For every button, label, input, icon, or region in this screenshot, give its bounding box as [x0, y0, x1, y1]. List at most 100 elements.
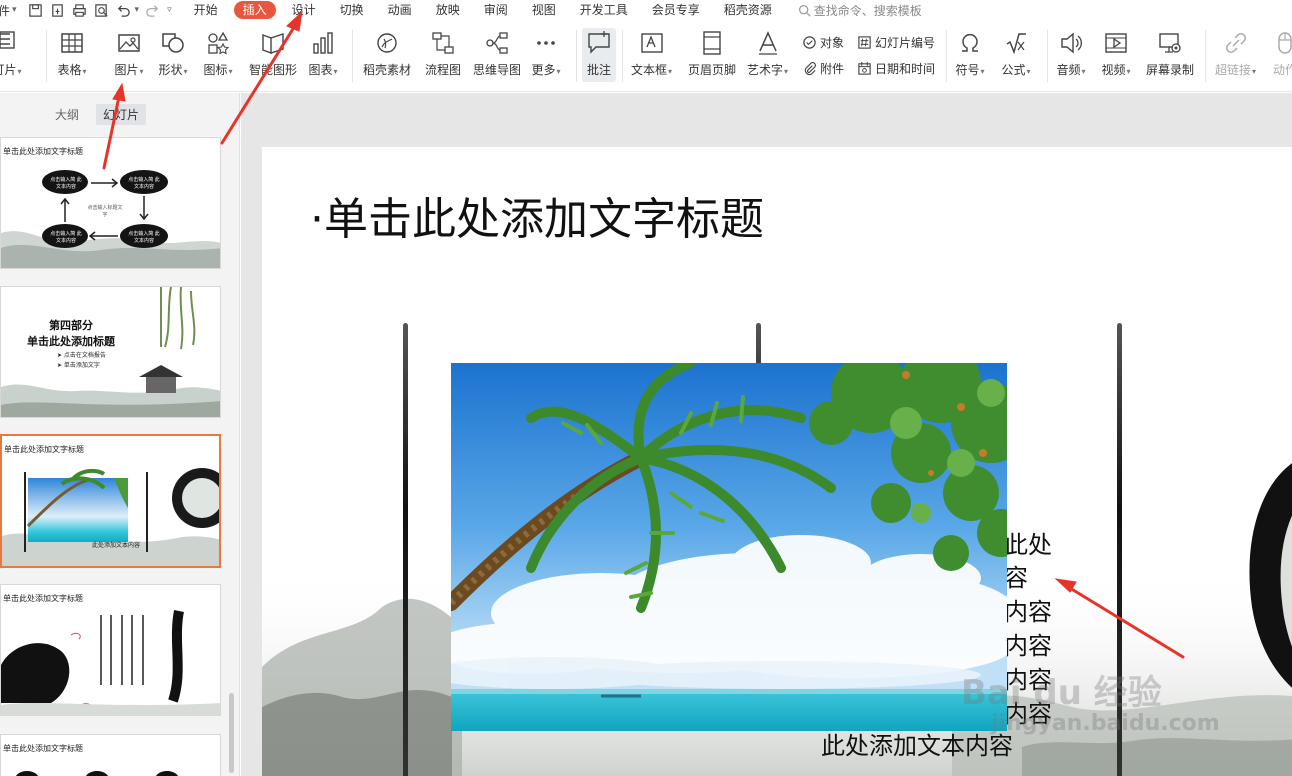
thumbnail-graphic — [1, 287, 220, 417]
hyperlink-button[interactable]: 超链接▾ — [1215, 28, 1256, 78]
chevron-down-icon[interactable]: ▾ — [12, 5, 17, 15]
audio-button[interactable]: 音频▾ — [1056, 28, 1086, 78]
more-dots-icon — [531, 28, 561, 58]
tab-insert[interactable]: 插入 — [233, 1, 276, 19]
side-text-line-3[interactable]: 内容 — [1004, 595, 1052, 629]
table-label: 表格 — [57, 63, 82, 77]
icon-label: 图标 — [203, 63, 228, 77]
docer-material-button[interactable]: 稻壳素材 — [363, 28, 411, 78]
slide-thumbnail-4[interactable]: 单击此处添加文字标题 — [0, 584, 221, 716]
screen-record-button[interactable]: 屏幕录制 — [1146, 28, 1194, 78]
slide-canvas[interactable]: ·单击此处添加文字标题 此处 容 内容 内容 内容 内容 此处添加文本内容 Ba… — [241, 93, 1292, 776]
tab-slides[interactable]: 幻灯片 — [96, 104, 147, 125]
thumbnail-bottom-text: 此处添加文本内容 — [92, 542, 141, 549]
quick-access-toolbar: 件 ▾ ▾ ▿ — [0, 0, 182, 20]
redo-icon[interactable] — [141, 0, 163, 20]
print-preview-icon[interactable] — [91, 0, 113, 20]
undo-dropdown-icon[interactable]: ▾ — [135, 5, 140, 15]
slide-thumbnail-2[interactable]: 第四部分 单击此处添加标题 ➤ 点击在文档报告 ➤ 单击添加文字 — [0, 286, 221, 418]
action-label: 动作 — [1272, 63, 1292, 77]
search-placeholder: 查找命令、搜索模板 — [813, 3, 922, 18]
undo-icon[interactable] — [113, 0, 135, 20]
slide-thumbnail-5[interactable]: 单击此处添加文字标题 — [0, 734, 221, 776]
flowchart-button[interactable]: 流程图 — [425, 28, 461, 78]
side-text-line-2[interactable]: 容 — [1004, 561, 1028, 595]
slide-thumbnail-1[interactable]: 单击此处添加文字标题 点击输入简 此文本内容 点击输入简 此文本内容 点击输入简… — [0, 137, 221, 269]
hyperlink-label: 超链接 — [1215, 63, 1252, 77]
tab-review[interactable]: 审阅 — [472, 0, 520, 20]
side-text-line-4[interactable]: 内容 — [1004, 629, 1052, 663]
search-icon — [798, 4, 811, 17]
tab-design[interactable]: 设计 — [280, 0, 328, 20]
chart-button[interactable]: 图表▾ — [308, 28, 338, 78]
datetime-button[interactable]: 日期和时间 — [857, 60, 935, 77]
print-icon[interactable] — [69, 0, 91, 20]
textbox-icon — [637, 28, 667, 58]
slide-title[interactable]: ·单击此处添加文字标题 — [310, 183, 764, 247]
art-text-label: 艺术字 — [747, 63, 784, 77]
slide-thumbnail-3[interactable]: 单击此处添加文字标题 此处添加文本内容 — [0, 434, 221, 568]
symbol-label: 符号 — [955, 63, 980, 77]
tab-home[interactable]: 开始 — [182, 0, 230, 20]
picture-label: 图片 — [114, 63, 139, 77]
mindmap-button[interactable]: 思维导图 — [473, 28, 521, 78]
action-button[interactable]: 动作 — [1270, 28, 1292, 78]
formula-button[interactable]: 公式▾ — [1001, 28, 1031, 78]
symbol-button[interactable]: 符号▾ — [955, 28, 985, 78]
icon-button[interactable]: 图标▾ — [203, 28, 233, 78]
tab-view[interactable]: 视图 — [520, 0, 568, 20]
save-icon[interactable] — [25, 0, 47, 20]
tab-member[interactable]: 会员专享 — [640, 0, 712, 20]
new-slide-icon — [0, 28, 22, 58]
new-slide-label: 灯片 — [0, 63, 17, 77]
audio-label: 音频 — [1056, 63, 1081, 77]
header-footer-label: 页眉页脚 — [688, 63, 737, 77]
customize-dropdown-icon[interactable]: ▿ — [167, 5, 172, 15]
calendar-icon — [858, 61, 871, 75]
comment-button[interactable]: 批注 — [582, 28, 616, 82]
tab-slideshow[interactable]: 放映 — [424, 0, 472, 20]
thumbnail-graphic — [15, 771, 179, 776]
video-label: 视频 — [1101, 63, 1126, 77]
header-footer-button[interactable]: 页眉页脚 — [688, 28, 736, 78]
shape-button[interactable]: 形状▾ — [158, 28, 188, 78]
art-text-icon — [753, 28, 783, 58]
video-button[interactable]: 视频▾ — [1101, 28, 1131, 78]
table-button[interactable]: 表格▾ — [57, 28, 87, 78]
tab-transition[interactable]: 切换 — [328, 0, 376, 20]
object-icon — [803, 36, 816, 49]
export-icon[interactable] — [47, 0, 69, 20]
chart-label: 图表 — [308, 63, 333, 77]
textbox-button[interactable]: 文本框▾ — [631, 28, 672, 78]
paperclip-icon — [804, 62, 816, 76]
slide-number-button[interactable]: 幻灯片编号 — [857, 34, 935, 51]
art-text-button[interactable]: 艺术字▾ — [747, 28, 788, 78]
object-button[interactable]: 对象 — [802, 34, 844, 51]
more-button[interactable]: 更多▾ — [531, 28, 561, 78]
tab-developer[interactable]: 开发工具 — [568, 0, 640, 20]
tab-outline[interactable]: 大纲 — [48, 104, 86, 125]
omega-icon — [955, 28, 985, 58]
shape-icon — [158, 28, 188, 58]
slides-panel: 大纲 幻灯片 单击此处添加文字标题 点击输入简 此文本内容 点击输入简 此文本内… — [0, 93, 240, 776]
picture-button[interactable]: 图片▾ — [114, 28, 144, 78]
new-slide-button[interactable]: 灯片▾ — [0, 28, 22, 78]
tab-animation[interactable]: 动画 — [376, 0, 424, 20]
smart-graphic-button[interactable]: 智能图形 — [249, 28, 297, 78]
tab-docer[interactable]: 稻壳资源 — [712, 0, 784, 20]
mouse-icon — [1270, 28, 1292, 58]
file-menu-label[interactable]: 件 — [0, 2, 12, 19]
video-icon — [1101, 28, 1131, 58]
smart-graphic-label: 智能图形 — [249, 63, 298, 77]
smart-graphic-icon — [258, 28, 288, 58]
attachment-button[interactable]: 附件 — [802, 60, 844, 77]
mindmap-icon — [482, 28, 512, 58]
inserted-beach-photo[interactable] — [451, 363, 1007, 731]
bottom-text-line[interactable]: 此处添加文本内容 — [821, 729, 1013, 763]
side-text-line-1[interactable]: 此处 — [1004, 528, 1052, 562]
command-search[interactable]: 查找命令、搜索模板 — [798, 2, 922, 19]
more-label: 更多 — [531, 63, 556, 77]
panel-scrollbar[interactable] — [229, 693, 234, 773]
ink-line-left — [403, 323, 408, 776]
attachment-label: 附件 — [820, 62, 845, 76]
